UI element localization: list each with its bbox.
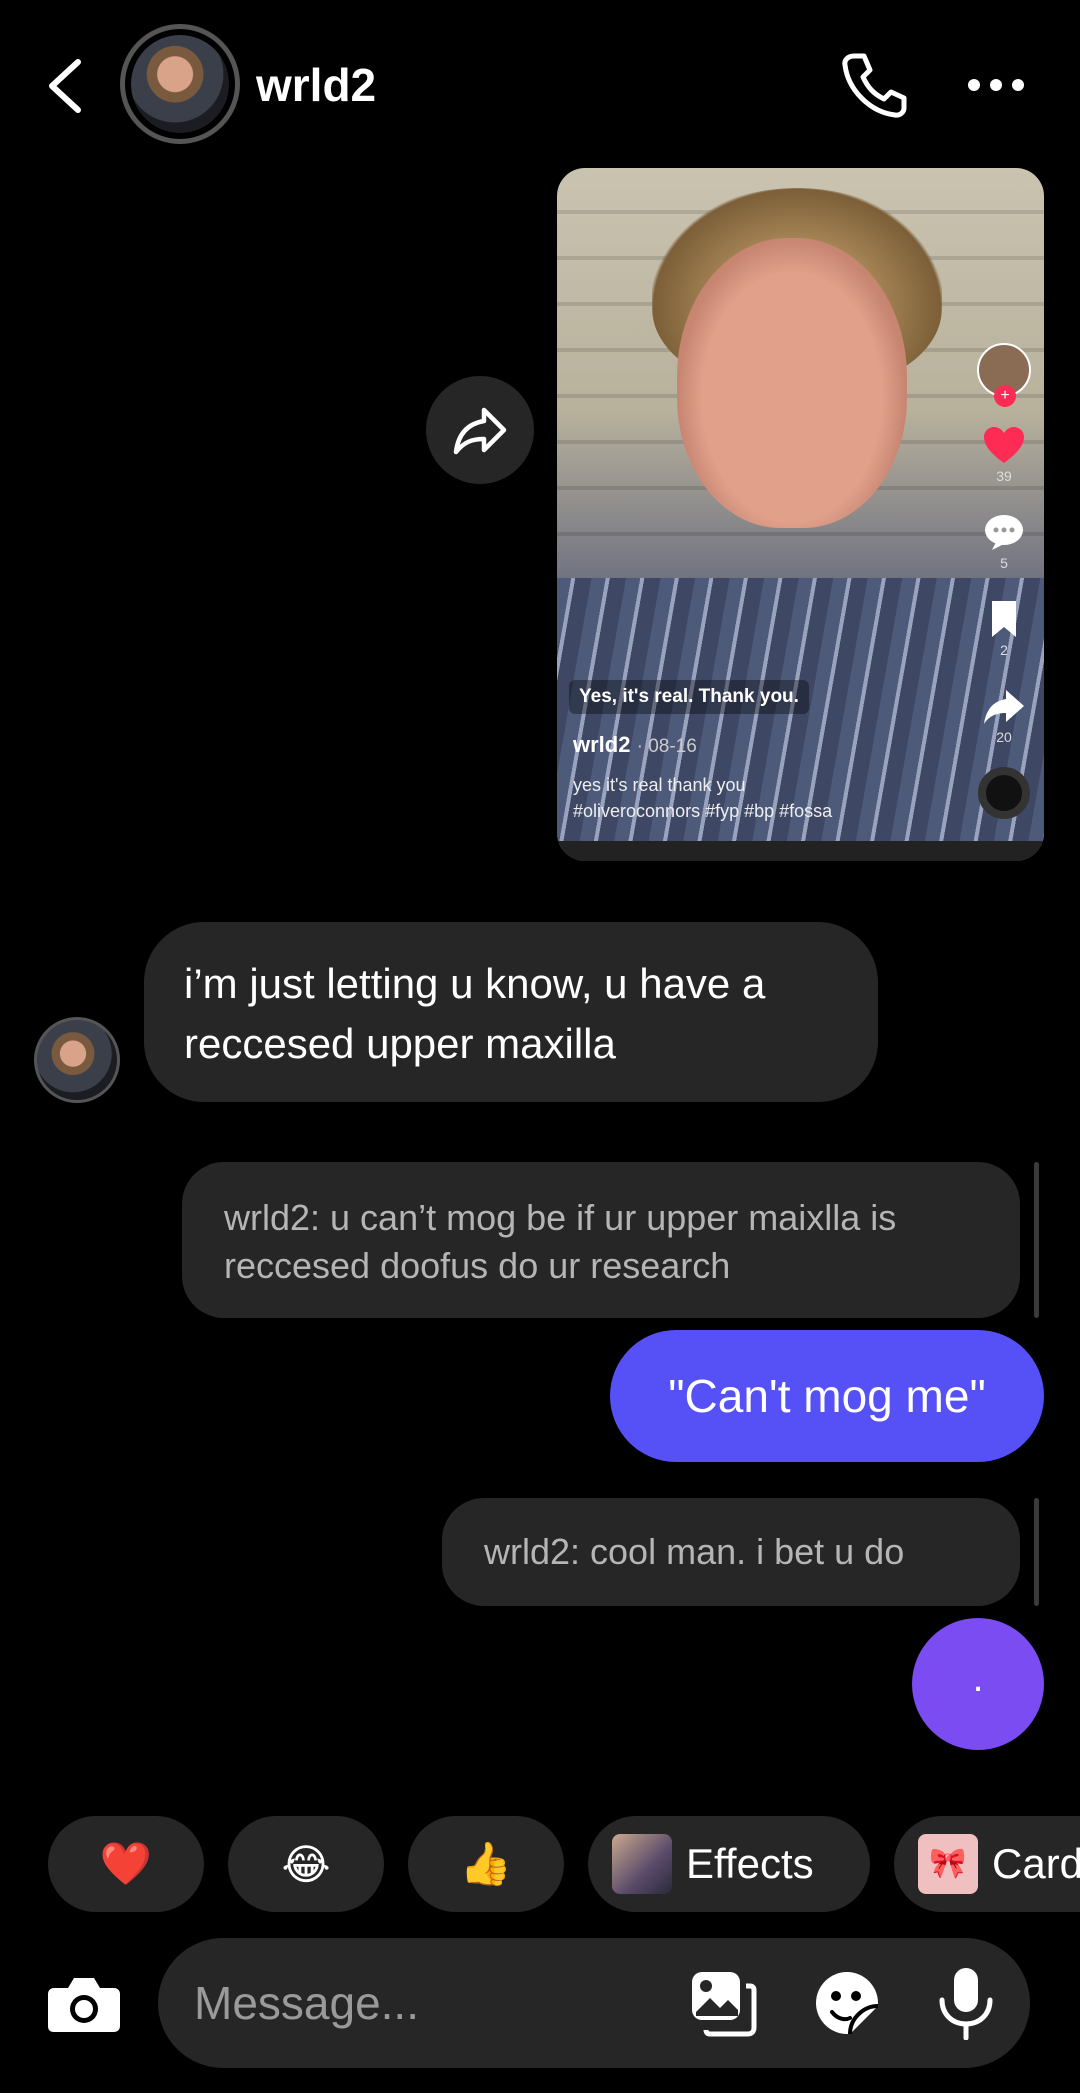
reaction-thumbs-up-button[interactable]: 👍: [408, 1816, 564, 1912]
follow-plus-icon: +: [994, 385, 1016, 407]
shares-count: 20: [996, 729, 1012, 745]
camera-button[interactable]: [44, 1964, 124, 2044]
shared-video-card[interactable]: Yes, it's real. Thank you. wrld2 · 08-16…: [557, 168, 1044, 861]
quoted-reply[interactable]: wrld2: u can’t mog be if ur upper maixll…: [182, 1162, 1020, 1318]
video-date: · 08-16: [636, 736, 697, 757]
video-caption-chip: Yes, it's real. Thank you.: [569, 680, 809, 714]
share-arrow-icon: [453, 407, 507, 455]
message-input[interactable]: Message...: [158, 1938, 1030, 2068]
music-disc-icon: [978, 767, 1030, 819]
video-description: yes it's real thank you #oliveroconnors …: [573, 775, 833, 821]
chat-username[interactable]: wrld2: [256, 58, 376, 112]
camera-icon: [48, 1978, 120, 2032]
incoming-message[interactable]: i’m just letting u know, u have a recces…: [144, 922, 878, 1102]
effects-button[interactable]: Effects: [588, 1816, 870, 1912]
comments-count: 5: [1000, 555, 1008, 571]
message-placeholder: Message...: [194, 1977, 419, 2029]
laughing-emoji: 😂: [281, 1840, 331, 1888]
comment-icon: [985, 515, 1023, 550]
header-avatar[interactable]: [120, 24, 240, 144]
share-icon: [984, 690, 1024, 724]
gallery-icon: [692, 1972, 757, 2037]
video-action-rail: + 39 5 2 20: [974, 343, 1034, 819]
video-thumbnail-face: [677, 238, 907, 528]
microphone-icon: [939, 1968, 993, 2041]
call-button[interactable]: [838, 50, 910, 120]
back-button[interactable]: [44, 56, 88, 116]
sticker-button[interactable]: [812, 1968, 882, 2038]
video-author-avatar: +: [977, 343, 1031, 407]
reaction-heart-button[interactable]: ❤️: [48, 1816, 204, 1912]
video-author: wrld2 · 08-16: [573, 732, 697, 757]
thumbs-up-emoji: 👍: [459, 1839, 513, 1887]
outgoing-message[interactable]: "Can't mog me": [610, 1330, 1044, 1462]
heart-icon: [984, 427, 1024, 463]
chevron-left-icon: [49, 59, 81, 113]
quoted-reply[interactable]: wrld2: cool man. i bet u do: [442, 1498, 1020, 1606]
gift-card-icon: 🎀: [918, 1834, 978, 1894]
reaction-laugh-button[interactable]: 😂: [228, 1816, 384, 1912]
phone-icon: [842, 53, 907, 118]
reply-indicator-line: [1034, 1162, 1039, 1318]
bookmark-icon: [992, 601, 1016, 637]
effects-thumbnail: [612, 1834, 672, 1894]
reply-indicator-line: [1034, 1498, 1039, 1606]
cards-label: Card: [992, 1840, 1080, 1887]
sender-avatar[interactable]: [34, 1017, 120, 1103]
forward-button[interactable]: [426, 376, 534, 484]
sticker-icon: [816, 1972, 879, 2035]
saves-count: 2: [1000, 642, 1008, 658]
heart-emoji: ❤️: [99, 1839, 153, 1887]
voice-message-button[interactable]: [936, 1966, 996, 2041]
more-icon: [968, 79, 1024, 91]
gallery-button[interactable]: [688, 1968, 758, 2038]
outgoing-message[interactable]: .: [912, 1618, 1044, 1750]
video-progress-bar: [557, 841, 1044, 861]
effects-label: Effects: [686, 1840, 814, 1887]
more-options-button[interactable]: [966, 70, 1026, 100]
likes-count: 39: [996, 468, 1012, 484]
cards-button[interactable]: 🎀 Card: [894, 1816, 1080, 1912]
